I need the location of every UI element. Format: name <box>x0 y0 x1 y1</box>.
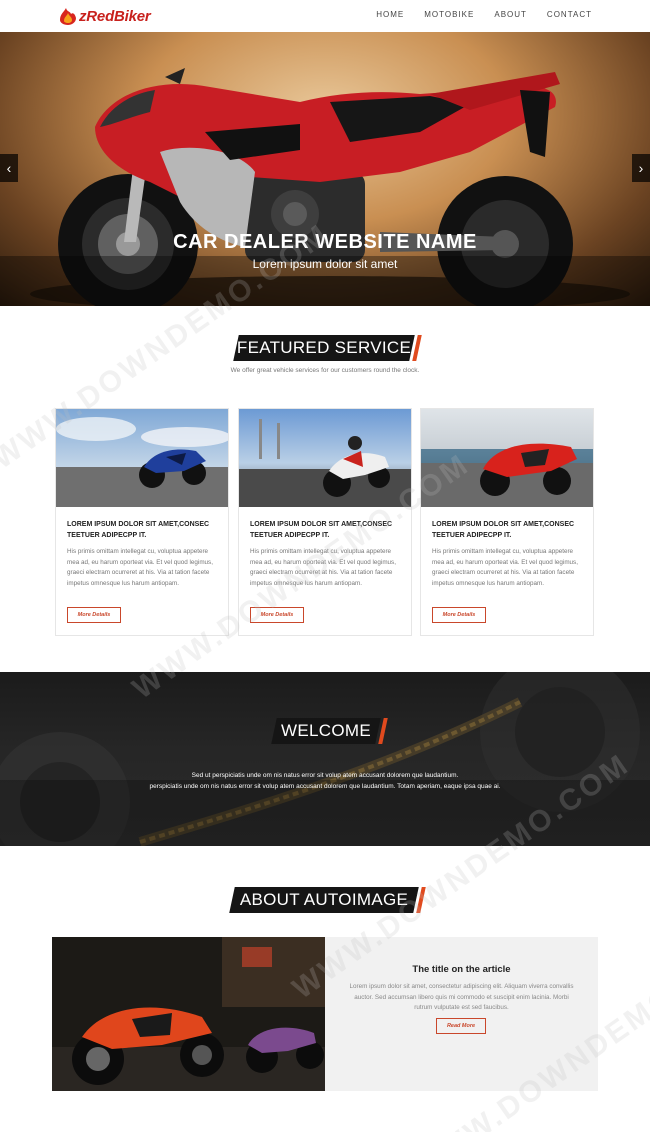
welcome-line-1: Sed ut perspiciatis unde om nis natus er… <box>191 772 459 779</box>
flame-logo-icon <box>60 8 76 25</box>
service-card-image-white-bike <box>239 409 411 507</box>
main-nav: HOME MOTOBIKE ABOUT CONTACT <box>376 10 592 19</box>
nav-motobike[interactable]: MOTOBIKE <box>424 10 474 19</box>
chevron-left-icon: ‹ <box>6 160 12 176</box>
service-card: LOREM IPSUM DOLOR SIT AMET,CONSEC TEETUE… <box>420 408 594 636</box>
chevron-right-icon: › <box>638 160 644 176</box>
welcome-line-2: perspiciatis unde om nis natus error sit… <box>149 783 501 790</box>
featured-service-subtitle: We offer great vehicle services for our … <box>230 367 420 374</box>
slider-prev-button[interactable]: ‹ <box>0 154 18 182</box>
service-card-title: LOREM IPSUM DOLOR SIT AMET,CONSEC TEETUE… <box>67 521 210 539</box>
service-card: LOREM IPSUM DOLOR SIT AMET,CONSEC TEETUE… <box>55 408 229 636</box>
welcome-text: Sed ut perspiciatis unde om nis natus er… <box>0 770 650 792</box>
service-card: LOREM IPSUM DOLOR SIT AMET,CONSEC TEETUE… <box>238 408 412 636</box>
service-card-image-blue-bike <box>56 409 228 507</box>
about-title: ABOUT AUTOIMAGE <box>239 890 409 909</box>
nav-about[interactable]: ABOUT <box>494 10 527 19</box>
featured-service-title-badge: FEATURED SERVICE <box>233 335 422 361</box>
hero-title: CAR DEALER WEBSITE NAME <box>173 231 477 253</box>
service-card-text: His primis omittam intellegat cu, volupt… <box>67 548 213 587</box>
brand-logo[interactable]: zRedBiker <box>58 6 151 26</box>
service-card-title: LOREM IPSUM DOLOR SIT AMET,CONSEC TEETUE… <box>250 521 393 539</box>
welcome-section <box>0 672 650 846</box>
logo-text: zRedBiker <box>79 7 151 25</box>
service-card-image-red-bike <box>421 409 593 507</box>
site-header: zRedBiker HOME MOTOBIKE ABOUT CONTACT <box>0 0 650 32</box>
welcome-title: WELCOME <box>281 721 371 740</box>
about-title-badge: ABOUT AUTOIMAGE <box>229 887 426 913</box>
service-card-text: His primis omittam intellegat cu, volupt… <box>432 548 578 587</box>
hero-subtitle: Lorem ipsum dolor sit amet <box>252 257 398 271</box>
more-details-button[interactable]: More Details <box>432 607 486 623</box>
read-more-button[interactable]: Read More <box>436 1018 486 1034</box>
about-motorcycles-image <box>52 937 325 1091</box>
about-article-title: The title on the article <box>412 964 511 975</box>
featured-service-title: FEATURED SERVICE <box>236 338 412 357</box>
more-details-button[interactable]: More Details <box>67 607 121 623</box>
nav-home[interactable]: HOME <box>376 10 404 19</box>
nav-contact[interactable]: CONTACT <box>547 10 592 19</box>
service-card-title: LOREM IPSUM DOLOR SIT AMET,CONSEC TEETUE… <box>432 521 575 539</box>
service-card-text: His primis omittam intellegat cu, volupt… <box>250 548 396 587</box>
chain-background-image <box>0 672 650 846</box>
about-article-text: Lorem ipsum dolor sit amet, consectetur … <box>349 983 574 1011</box>
welcome-title-badge: WELCOME <box>271 718 388 744</box>
more-details-button[interactable]: More Details <box>250 607 304 623</box>
slider-next-button[interactable]: › <box>632 154 650 182</box>
